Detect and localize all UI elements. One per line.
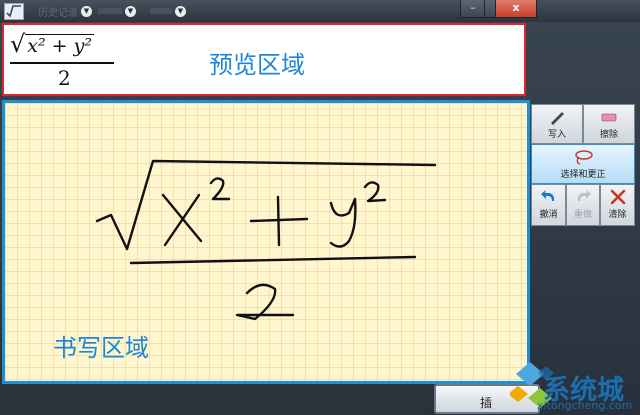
write-button[interactable]: 写入	[531, 104, 583, 144]
pen-icon	[551, 112, 564, 125]
preview-formula: √ x² + y² 2	[10, 30, 114, 90]
undo-label: 撤消	[539, 210, 558, 220]
redo-label: 重做	[573, 210, 592, 220]
writing-area[interactable]: 书写区域	[2, 100, 530, 384]
clear-x-icon	[610, 189, 625, 205]
options-menu[interactable]: ▼	[150, 4, 186, 18]
preview-area-label: 预览区域	[209, 51, 305, 79]
undo-button[interactable]: 撤消	[531, 184, 566, 226]
menu-label-obscured	[150, 8, 172, 14]
erase-label: 擦除	[599, 130, 618, 140]
minimize-button[interactable]: –	[460, 0, 486, 18]
app-icon	[4, 3, 24, 20]
sqrt-symbol: √	[10, 30, 26, 58]
chevron-down-icon: ▼	[175, 5, 186, 17]
correct-menu[interactable]: ▼	[98, 4, 136, 18]
eraser-icon	[601, 113, 617, 122]
preview-area: √ x² + y² 2 预览区域	[2, 23, 526, 96]
redo-icon	[577, 190, 591, 201]
fraction-bar	[10, 62, 114, 64]
math-input-panel-window: 历史记录 ▼ ▼ ▼ – x √ x² + y² 2 预览区域 书写区域 写入 …	[0, 0, 640, 415]
redo-button[interactable]: 重做	[566, 184, 600, 226]
watermark-url: xitongcheng.com	[537, 399, 633, 412]
formula-radicand: x² + y²	[25, 34, 94, 57]
select-correct-button[interactable]: 选择和更正	[531, 144, 635, 184]
undo-icon	[540, 190, 554, 201]
tool-panel: 写入 擦除 选择和更正 撤消 重做 清除	[531, 104, 635, 226]
chevron-down-icon: ▼	[125, 5, 136, 17]
formula-denominator: 2	[58, 65, 71, 90]
menu-label-obscured	[98, 8, 122, 14]
chevron-down-icon: ▼	[81, 5, 92, 17]
history-menu[interactable]: 历史记录 ▼	[38, 4, 92, 19]
lasso-icon	[575, 150, 593, 165]
title-bar: 历史记录 ▼ ▼ ▼ – x	[0, 0, 640, 22]
write-label: 写入	[547, 130, 566, 140]
bottom-strip	[0, 384, 430, 415]
close-button[interactable]: x	[495, 0, 537, 18]
clear-button[interactable]: 清除	[600, 184, 635, 226]
select-correct-label: 选择和更正	[560, 170, 606, 180]
history-menu-label: 历史记录	[38, 7, 78, 19]
erase-button[interactable]: 擦除	[583, 104, 635, 144]
clear-label: 清除	[608, 210, 627, 220]
writing-area-label: 书写区域	[53, 334, 149, 362]
